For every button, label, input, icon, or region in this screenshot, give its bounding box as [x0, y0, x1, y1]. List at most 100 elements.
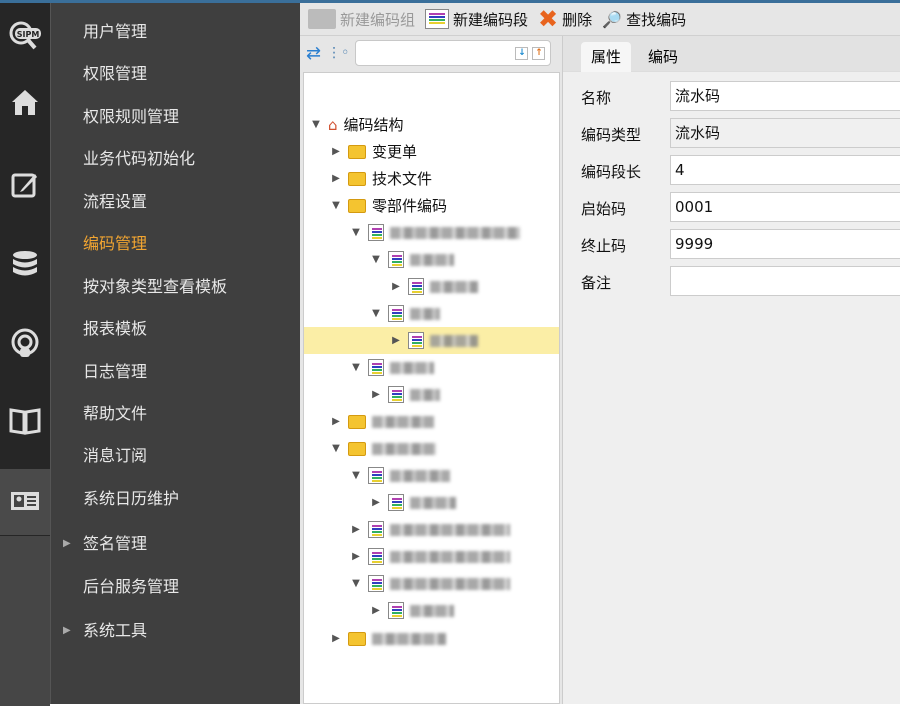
collapse-arrow-icon[interactable]: ▼ [330, 443, 342, 454]
find-code-label: 查找编码 [626, 10, 687, 29]
redacted-label [372, 442, 436, 455]
tab-properties[interactable]: 属性 [581, 42, 632, 72]
expand-arrow-icon[interactable]: ▶ [63, 619, 71, 643]
expand-arrow-icon[interactable]: ▶ [390, 281, 402, 292]
menu-item-templates-by-type[interactable]: 按对象类型查看模板 [83, 275, 227, 299]
find-code-button[interactable]: 🔎 查找编码 [602, 9, 686, 30]
end-code-field[interactable]: 9999 [670, 229, 900, 259]
folder-icon [348, 198, 366, 213]
expand-arrow-icon[interactable]: ▶ [350, 524, 362, 535]
collapse-arrow-icon[interactable]: ▼ [350, 578, 362, 589]
expand-arrow-icon[interactable]: ▶ [370, 605, 382, 616]
remark-field[interactable] [670, 266, 900, 296]
expand-arrow-icon[interactable]: ▶ [350, 551, 362, 562]
collapse-arrow-icon[interactable]: ▼ [350, 227, 362, 238]
expand-arrow-icon[interactable]: ▶ [63, 532, 71, 556]
tab-codes[interactable]: 编码 [638, 42, 688, 72]
segment-icon [368, 521, 384, 538]
segment-icon [368, 224, 384, 241]
code-structure-tree: ▼ ⌂ 编码结构 ▶ 变更单 ▶ 技术文件 ▼ 零部件编码 ▼ ▼ ▶ ▼ ▶ ▼ ▶ ▶… [303, 72, 560, 704]
search-prev-icon[interactable]: ↑ [532, 47, 546, 60]
edit-icon[interactable] [0, 151, 50, 217]
home-icon[interactable] [0, 69, 50, 135]
tree-node[interactable]: ▶ [304, 625, 559, 652]
new-segment-button[interactable]: 新建编码段 [425, 9, 528, 30]
menu-item-business-code-init[interactable]: 业务代码初始化 [83, 147, 195, 171]
tree-node[interactable]: ▶ [304, 489, 559, 516]
collapse-arrow-icon[interactable]: ▼ [370, 254, 382, 265]
new-group-button[interactable]: 新建编码组 [308, 9, 415, 30]
tree-node[interactable]: ▼ [304, 219, 559, 246]
podcast-user-icon[interactable] [0, 310, 50, 376]
tree-node-root[interactable]: ▼ ⌂ 编码结构 [304, 111, 559, 138]
menu-item-users[interactable]: 用户管理 [83, 20, 147, 44]
search-next-icon[interactable]: ↓ [515, 47, 529, 60]
tree-node[interactable]: ▶ [304, 516, 559, 543]
code-type-field[interactable]: 流水码 [670, 118, 900, 148]
tree-node-label: 编码结构 [343, 116, 404, 134]
id-card-icon[interactable] [0, 469, 50, 535]
expand-arrow-icon[interactable]: ▶ [330, 173, 342, 184]
tree-search-input[interactable]: ↓ ↑ [355, 40, 552, 66]
menu-item-report-templates[interactable]: 报表模板 [83, 317, 147, 341]
tree-node[interactable]: ▶ [304, 597, 559, 624]
menu-item-signatures[interactable]: 签名管理 [83, 532, 147, 556]
tree-node-selected[interactable]: ▶ [304, 327, 559, 354]
magnifier-icon: 🔎 [602, 9, 623, 29]
menu-item-calendar[interactable]: 系统日历维护 [83, 487, 179, 511]
tree-node[interactable]: ▼ [304, 354, 559, 381]
start-code-field[interactable]: 0001 [670, 192, 900, 222]
name-field[interactable]: 流水码 [670, 81, 900, 111]
tree-node[interactable]: ▼ [304, 246, 559, 273]
hierarchy-icon[interactable]: ⋮◦ [327, 45, 349, 61]
tree-node[interactable]: ▶ [304, 273, 559, 300]
menu-item-help[interactable]: 帮助文件 [83, 402, 147, 426]
segment-icon [388, 494, 404, 511]
collapse-arrow-icon[interactable]: ▼ [350, 362, 362, 373]
menu-item-workflow[interactable]: 流程设置 [83, 190, 147, 214]
menu-item-logs[interactable]: 日志管理 [83, 360, 147, 384]
segment-icon [408, 332, 424, 349]
tree-node[interactable]: ▶ 变更单 [304, 138, 559, 165]
database-icon[interactable] [0, 231, 50, 297]
tree-node[interactable]: ▼ [304, 462, 559, 489]
menu-item-permission-rules[interactable]: 权限规则管理 [83, 105, 179, 129]
menu-item-background-services[interactable]: 后台服务管理 [83, 575, 179, 599]
expand-arrow-icon[interactable]: ▶ [370, 497, 382, 508]
delete-x-icon: ✖ [538, 5, 559, 33]
menu-item-permissions[interactable]: 权限管理 [83, 62, 147, 86]
sipm-search-icon[interactable]: SIPM [0, 3, 50, 69]
tree-node-label: 变更单 [372, 143, 418, 161]
collapse-arrow-icon[interactable]: ▼ [350, 470, 362, 481]
expand-arrow-icon[interactable]: ▶ [330, 146, 342, 157]
book-icon[interactable] [0, 388, 50, 454]
redacted-label [390, 523, 510, 536]
code-type-label: 编码类型 [581, 126, 642, 144]
tree-node[interactable]: ▼ 零部件编码 [304, 192, 559, 219]
tree-node[interactable]: ▶ 技术文件 [304, 165, 559, 192]
tree-node[interactable]: ▼ [304, 570, 559, 597]
menu-item-system-tools[interactable]: 系统工具 [83, 619, 147, 643]
collapse-arrow-icon[interactable]: ▼ [330, 200, 342, 211]
expand-arrow-icon[interactable]: ▶ [330, 633, 342, 644]
refresh-icon[interactable]: ⇄ [306, 43, 321, 64]
delete-button[interactable]: ✖ 删除 [538, 5, 592, 33]
tree-node[interactable]: ▼ [304, 300, 559, 327]
redacted-label [410, 388, 440, 401]
segment-length-label: 编码段长 [581, 163, 642, 181]
menu-item-subscriptions[interactable]: 消息订阅 [83, 444, 147, 468]
segment-icon [388, 386, 404, 403]
tree-node[interactable]: ▶ [304, 408, 559, 435]
tree-node[interactable]: ▶ [304, 381, 559, 408]
menu-item-code-management[interactable]: 编码管理 [83, 232, 147, 256]
expand-arrow-icon[interactable]: ▶ [330, 416, 342, 427]
tree-node[interactable]: ▼ [304, 435, 559, 462]
redacted-label [390, 577, 510, 590]
collapse-arrow-icon[interactable]: ▼ [370, 308, 382, 319]
tree-node[interactable]: ▶ [304, 543, 559, 570]
expand-arrow-icon[interactable]: ▶ [390, 335, 402, 346]
segment-length-field[interactable]: 4 [670, 155, 900, 185]
collapse-arrow-icon[interactable]: ▼ [310, 119, 322, 130]
expand-arrow-icon[interactable]: ▶ [370, 389, 382, 400]
icon-rail: SIPM [0, 3, 50, 706]
